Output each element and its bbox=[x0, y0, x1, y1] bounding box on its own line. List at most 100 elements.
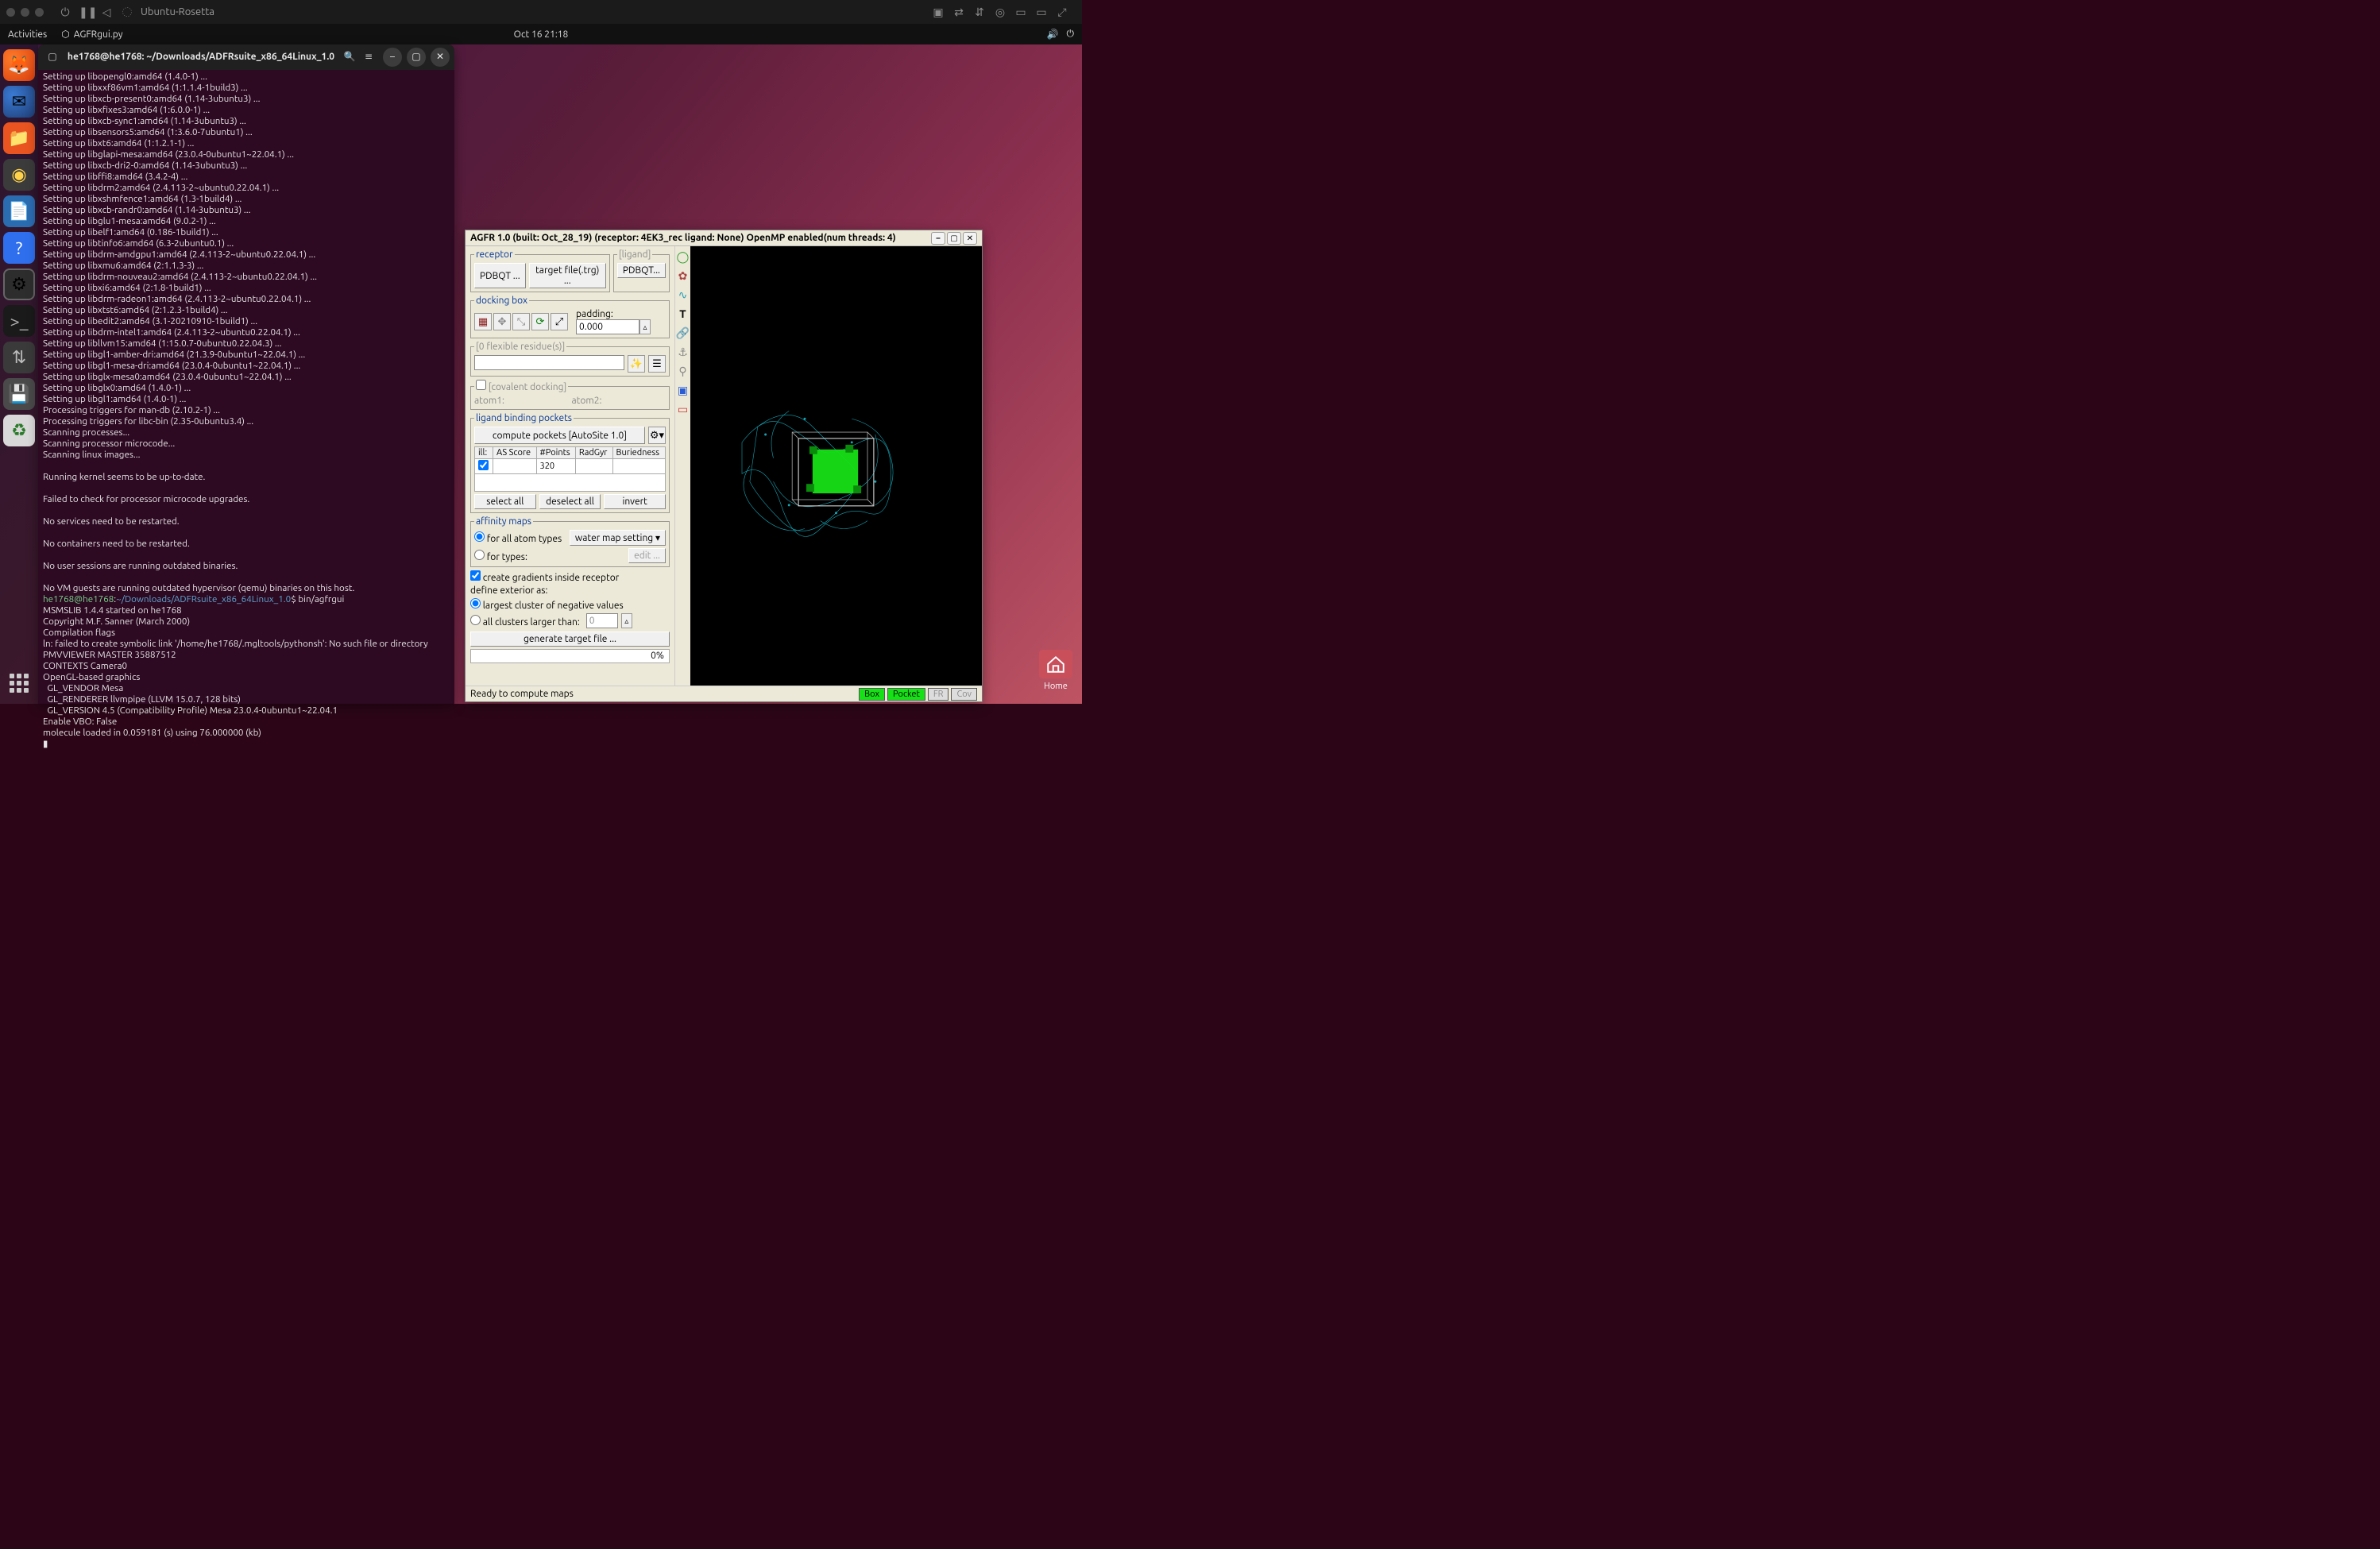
link-icon[interactable]: 🔗 bbox=[676, 326, 690, 340]
delete-icon[interactable]: ▭ bbox=[676, 402, 690, 416]
close-button[interactable]: ✕ bbox=[431, 48, 450, 67]
receptor-legend: receptor bbox=[474, 249, 515, 260]
anchor-icon[interactable]: ⚓ bbox=[676, 345, 690, 359]
usb-disk-icon[interactable]: ⇅ bbox=[3, 342, 35, 373]
all-clusters-radio[interactable]: all clusters larger than: bbox=[470, 615, 580, 628]
settings-icon[interactable]: ⚙ bbox=[3, 268, 35, 300]
deselect-all-button[interactable]: deselect all bbox=[539, 494, 601, 509]
target-file-button[interactable]: target file(.trg) ... bbox=[529, 263, 606, 288]
back-icon[interactable]: ◁ bbox=[99, 6, 114, 19]
select-all-button[interactable]: select all bbox=[474, 494, 536, 509]
firefox-icon[interactable]: 🦊 bbox=[3, 49, 35, 81]
options-icon[interactable]: ☰ bbox=[648, 355, 666, 373]
gnome-top-bar: Activities ⬡ AGFRgui.py Oct 16 21:18 🔊 ⏻ bbox=[0, 24, 1082, 44]
covalent-checkbox[interactable] bbox=[476, 380, 486, 390]
agfr-minimize-button[interactable]: – bbox=[931, 232, 945, 245]
col-asscore[interactable]: AS Score bbox=[493, 447, 537, 459]
new-tab-button[interactable]: ▢ bbox=[43, 48, 62, 67]
help-icon[interactable]: ? bbox=[3, 232, 35, 264]
resize-tool-icon[interactable]: ⤡ bbox=[512, 313, 530, 330]
terminal-icon[interactable]: >_ bbox=[3, 305, 35, 337]
bond-icon[interactable]: ⚲ bbox=[676, 364, 690, 378]
generate-target-button[interactable]: generate target file ... bbox=[470, 632, 670, 647]
disc-icon[interactable]: ◎ bbox=[993, 6, 1007, 19]
invert-button[interactable]: invert bbox=[604, 494, 666, 509]
agfr-titlebar: AGFR 1.0 (built: Oct_28_19) (receptor: 4… bbox=[466, 230, 982, 246]
agfr-statusbar: Ready to compute maps Box Pocket FR Cov bbox=[466, 686, 982, 701]
network-icon[interactable]: ⇄ bbox=[952, 6, 966, 19]
wand-icon[interactable]: ✨ bbox=[628, 355, 645, 373]
auto-tool-icon[interactable]: ⟳ bbox=[531, 313, 549, 330]
focused-app[interactable]: ⬡ AGFRgui.py bbox=[61, 29, 122, 40]
flex-input[interactable] bbox=[474, 355, 624, 370]
search-icon[interactable]: 🔍 bbox=[340, 48, 359, 67]
col-radgyr[interactable]: RadGyr bbox=[575, 447, 612, 459]
thunderbird-icon[interactable]: ✉ bbox=[3, 86, 35, 118]
agfr-3d-viewer[interactable] bbox=[690, 246, 982, 686]
box-tool-icon[interactable]: ▦ bbox=[474, 313, 492, 330]
all-types-radio[interactable]: for all atom types bbox=[474, 531, 566, 544]
create-gradients-check[interactable]: create gradients inside receptor bbox=[470, 573, 619, 583]
show-apps-button[interactable] bbox=[5, 669, 33, 697]
traffic-red-icon[interactable] bbox=[6, 8, 15, 17]
table-row bbox=[475, 474, 666, 492]
disk-icon[interactable]: 💾 bbox=[3, 378, 35, 410]
pocket-row-check[interactable] bbox=[478, 460, 489, 470]
writer-icon[interactable]: 📄 bbox=[3, 195, 35, 227]
table-row[interactable]: 320 bbox=[475, 459, 666, 474]
flex-legend: [0 flexible residue(s)] bbox=[474, 342, 566, 352]
largest-cluster-radio[interactable]: largest cluster of negative values bbox=[470, 598, 670, 611]
hamburger-icon[interactable]: ≡ bbox=[359, 48, 378, 67]
maximize-button[interactable]: ▢ bbox=[407, 48, 426, 67]
pause-icon[interactable]: ❚❚ bbox=[79, 6, 93, 19]
globe-icon[interactable]: ◯ bbox=[676, 249, 690, 264]
extension-icon[interactable]: ▣ bbox=[931, 6, 945, 19]
water-map-button[interactable]: water map setting ▾ bbox=[570, 530, 666, 546]
usb-icon[interactable]: ⇵ bbox=[972, 6, 987, 19]
molecule-icon[interactable]: ✿ bbox=[676, 268, 690, 283]
ubuntu-dock: 🦊 ✉ 📁 ◉ 📄 ? ⚙ >_ ⇅ 💾 ♻ bbox=[0, 44, 38, 704]
terminal-title: he1768@he1768: ~/Downloads/ADFRsuite_x86… bbox=[62, 52, 340, 63]
terminal-titlebar: ▢ he1768@he1768: ~/Downloads/ADFRsuite_x… bbox=[38, 44, 454, 70]
receptor-pdbqt-button[interactable]: PDBQT ... bbox=[474, 263, 526, 288]
cube-icon[interactable]: ▣ bbox=[676, 383, 690, 397]
affinity-legend: affinity maps bbox=[474, 516, 533, 527]
pockets-settings-icon[interactable]: ⚙▾ bbox=[648, 427, 666, 444]
expand-tool-icon[interactable]: ⤢ bbox=[551, 313, 568, 330]
activities-button[interactable]: Activities bbox=[8, 29, 47, 40]
col-buriedness[interactable]: Buriedness bbox=[612, 447, 665, 459]
traffic-green-icon[interactable] bbox=[35, 8, 44, 17]
traffic-yellow-icon[interactable] bbox=[21, 8, 29, 17]
trash-icon[interactable]: ♻ bbox=[3, 415, 35, 446]
agfr-title: AGFR 1.0 (built: Oct_28_19) (receptor: 4… bbox=[470, 233, 896, 243]
for-types-radio[interactable]: for types: bbox=[474, 550, 625, 562]
agfr-close-button[interactable]: ✕ bbox=[963, 232, 977, 245]
pockets-table: ill: AS Score #Points RadGyr Buriedness … bbox=[474, 446, 666, 492]
col-npoints[interactable]: #Points bbox=[536, 447, 575, 459]
col-ill[interactable]: ill: bbox=[475, 447, 493, 459]
screenshot-icon[interactable]: ▭ bbox=[1014, 6, 1028, 19]
terminal-output[interactable]: Setting up libopengl0:amd64 (1.4.0-1) ..… bbox=[38, 70, 454, 755]
compute-pockets-button[interactable]: compute pockets [AutoSite 1.0] bbox=[474, 427, 645, 444]
power-menu-icon[interactable]: ⏻ bbox=[1067, 29, 1075, 40]
agfr-maximize-button[interactable]: ▢ bbox=[947, 232, 961, 245]
folder-icon[interactable]: ▭ bbox=[1034, 6, 1049, 19]
power-icon[interactable]: ⏻ bbox=[58, 6, 72, 19]
text-icon[interactable]: T bbox=[676, 307, 690, 321]
padding-input[interactable] bbox=[576, 319, 639, 334]
padding-stepper-icon[interactable]: ▵ bbox=[639, 319, 651, 334]
agfr-tool-column: ◯ ✿ ∿ T 🔗 ⚓ ⚲ ▣ ▭ bbox=[674, 246, 690, 686]
fullscreen-icon[interactable]: ⤢ bbox=[1055, 6, 1069, 19]
ligand-pdbqt-button[interactable]: PDBQT... bbox=[617, 263, 666, 278]
ribbon-icon[interactable]: ∿ bbox=[676, 288, 690, 302]
status-box-button[interactable]: Box bbox=[859, 688, 885, 701]
edit-types-button: edit ... bbox=[628, 548, 666, 563]
status-pocket-button[interactable]: Pocket bbox=[887, 688, 925, 701]
desktop-home-icon[interactable]: Home bbox=[1039, 650, 1072, 691]
files-icon[interactable]: 📁 bbox=[3, 122, 35, 154]
rhythmbox-icon[interactable]: ◉ bbox=[3, 159, 35, 191]
minimize-button[interactable]: – bbox=[383, 48, 402, 67]
nudge-tool-icon[interactable]: ✥ bbox=[493, 313, 511, 330]
clock[interactable]: Oct 16 21:18 bbox=[514, 29, 569, 40]
volume-icon[interactable]: 🔊 bbox=[1047, 29, 1059, 40]
